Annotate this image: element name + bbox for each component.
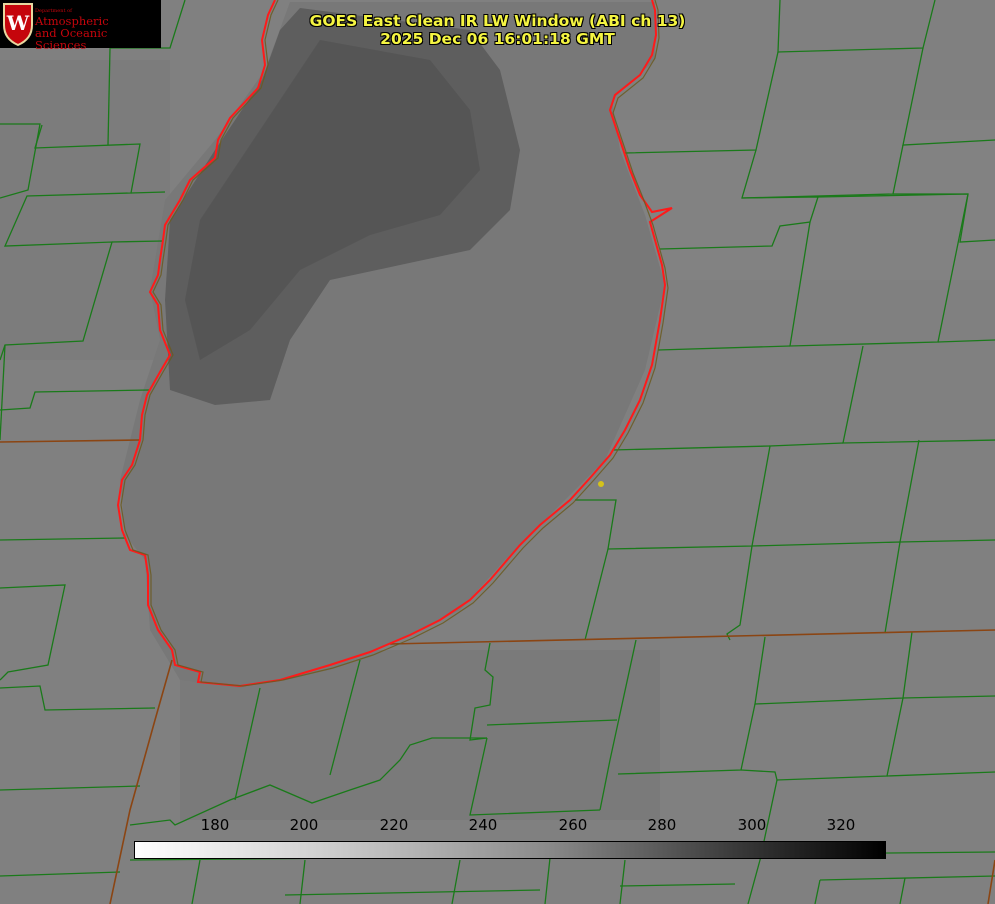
- image-title: GOES East Clean IR LW Window (ABI ch 13)…: [0, 12, 995, 48]
- colorbar-tick: 180: [200, 816, 230, 834]
- satellite-map: [0, 0, 995, 904]
- colorbar-tick: 320: [826, 816, 856, 834]
- colorbar-tick: 260: [558, 816, 588, 834]
- temperature-colorbar: [134, 841, 886, 859]
- colorbar-tick: 300: [737, 816, 767, 834]
- location-marker: [598, 481, 604, 487]
- title-line2: 2025 Dec 06 16:01:18 GMT: [380, 30, 615, 48]
- colorbar-tick: 280: [647, 816, 677, 834]
- colorbar-tick: 240: [468, 816, 498, 834]
- colorbar-tick: 200: [289, 816, 319, 834]
- satellite-image-viewer: W Department of Atmospheric and Oceanic …: [0, 0, 995, 904]
- shade-region: [0, 60, 170, 360]
- title-line1: GOES East Clean IR LW Window (ABI ch 13): [309, 12, 686, 30]
- colorbar-tick: 220: [379, 816, 409, 834]
